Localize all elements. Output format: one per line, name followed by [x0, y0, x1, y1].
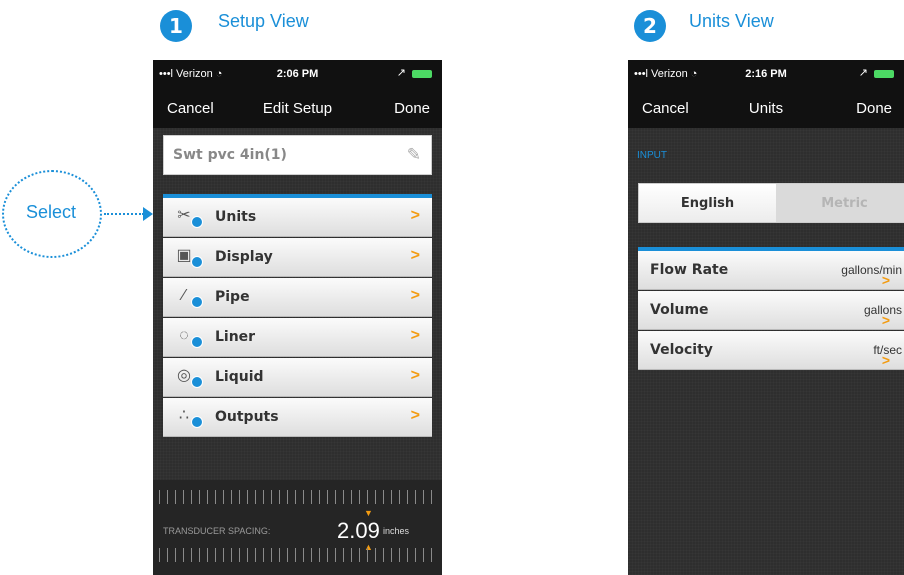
- callout-arrow-icon: [143, 207, 153, 221]
- liquid-icon: ◎: [175, 366, 203, 388]
- unit-row-flow-rate[interactable]: Flow Rate gallons/min >: [638, 251, 904, 290]
- segment-english[interactable]: English: [639, 184, 776, 222]
- ruler-ticks-top: [159, 490, 436, 504]
- step-1-badge: 1: [160, 10, 192, 42]
- menu-item-units[interactable]: ✂ Units >: [163, 198, 432, 237]
- status-bar: •••l Verizon ◔ 2:16 PM ↗: [628, 60, 904, 88]
- location-icon: ↗: [858, 67, 868, 79]
- step-1-title: Setup View: [218, 11, 309, 31]
- callout-dotted-line: [104, 213, 144, 215]
- outputs-icon: ∴: [175, 406, 203, 428]
- unit-row-label: Velocity: [650, 342, 713, 358]
- unit-system-segmented-control: English Metric: [638, 183, 904, 223]
- menu-item-liner[interactable]: ◌ Liner >: [163, 318, 432, 357]
- segment-metric[interactable]: Metric: [776, 184, 904, 222]
- chevron-right-icon: >: [410, 327, 420, 344]
- nav-bar: Cancel Units Done: [628, 88, 904, 128]
- menu-item-liquid[interactable]: ◎ Liquid >: [163, 358, 432, 397]
- chevron-right-icon: >: [881, 352, 890, 368]
- chevron-right-icon: >: [881, 272, 890, 288]
- display-icon: ▣: [175, 246, 203, 268]
- nav-bar: Cancel Edit Setup Done: [153, 88, 442, 128]
- battery-icon: [412, 70, 432, 78]
- setup-view-screen: •••l Verizon ◔ 2:06 PM ↗ Cancel Edit Set…: [153, 60, 442, 575]
- unit-row-volume[interactable]: Volume gallons >: [638, 291, 904, 330]
- chevron-right-icon: >: [881, 312, 890, 328]
- input-section-label: INPUT: [637, 150, 667, 161]
- setup-name-value: Swt pvc 4in(1): [173, 147, 287, 163]
- chevron-right-icon: >: [410, 207, 420, 224]
- done-button[interactable]: Done: [856, 100, 892, 117]
- unit-row-label: Volume: [650, 302, 709, 318]
- ruler-ticks-bottom: [159, 548, 436, 562]
- menu-item-label: Display: [215, 249, 273, 265]
- unit-row-value: gallons/min >: [841, 263, 902, 288]
- transducer-spacing-value: 2.09: [337, 518, 380, 543]
- menu-item-outputs[interactable]: ∴ Outputs >: [163, 398, 432, 437]
- unit-row-velocity[interactable]: Velocity ft/sec >: [638, 331, 904, 370]
- unit-row-label: Flow Rate: [650, 262, 729, 278]
- pipe-icon: ∕: [175, 286, 203, 308]
- menu-item-label: Pipe: [215, 289, 250, 305]
- chevron-right-icon: >: [410, 407, 420, 424]
- step-2-title: Units View: [689, 11, 774, 31]
- menu-item-pipe[interactable]: ∕ Pipe >: [163, 278, 432, 317]
- transducer-spacing-unit: inches: [383, 526, 410, 536]
- transducer-ruler[interactable]: ▼ TRANSDUCER SPACING: 2.09 inches ▲: [153, 480, 442, 575]
- units-view-screen: •••l Verizon ◔ 2:16 PM ↗ Cancel Units Do…: [628, 60, 904, 575]
- ruler-icon: ✂: [175, 206, 203, 228]
- menu-item-label: Outputs: [215, 409, 279, 425]
- pencil-icon[interactable]: ✎: [407, 145, 421, 165]
- chevron-right-icon: >: [410, 287, 420, 304]
- menu-item-label: Liner: [215, 329, 256, 345]
- menu-item-label: Units: [215, 209, 257, 225]
- menu-item-display[interactable]: ▣ Display >: [163, 238, 432, 277]
- step-2-badge: 2: [634, 10, 666, 42]
- menu-item-label: Liquid: [215, 369, 264, 385]
- location-icon: ↗: [396, 67, 406, 79]
- transducer-spacing-label: TRANSDUCER SPACING:: [163, 526, 271, 536]
- unit-row-value: gallons >: [863, 303, 902, 328]
- liner-icon: ◌: [175, 326, 203, 348]
- status-bar: •••l Verizon ◔ 2:06 PM ↗: [153, 60, 442, 88]
- marker-down-icon: ▼: [364, 508, 373, 518]
- unit-row-value: ft/sec >: [873, 343, 902, 368]
- done-button[interactable]: Done: [394, 100, 430, 117]
- select-callout-label: Select: [26, 202, 77, 222]
- setup-name-field[interactable]: Swt pvc 4in(1) ✎: [163, 135, 432, 175]
- chevron-right-icon: >: [410, 247, 420, 264]
- battery-icon: [874, 70, 894, 78]
- chevron-right-icon: >: [410, 367, 420, 384]
